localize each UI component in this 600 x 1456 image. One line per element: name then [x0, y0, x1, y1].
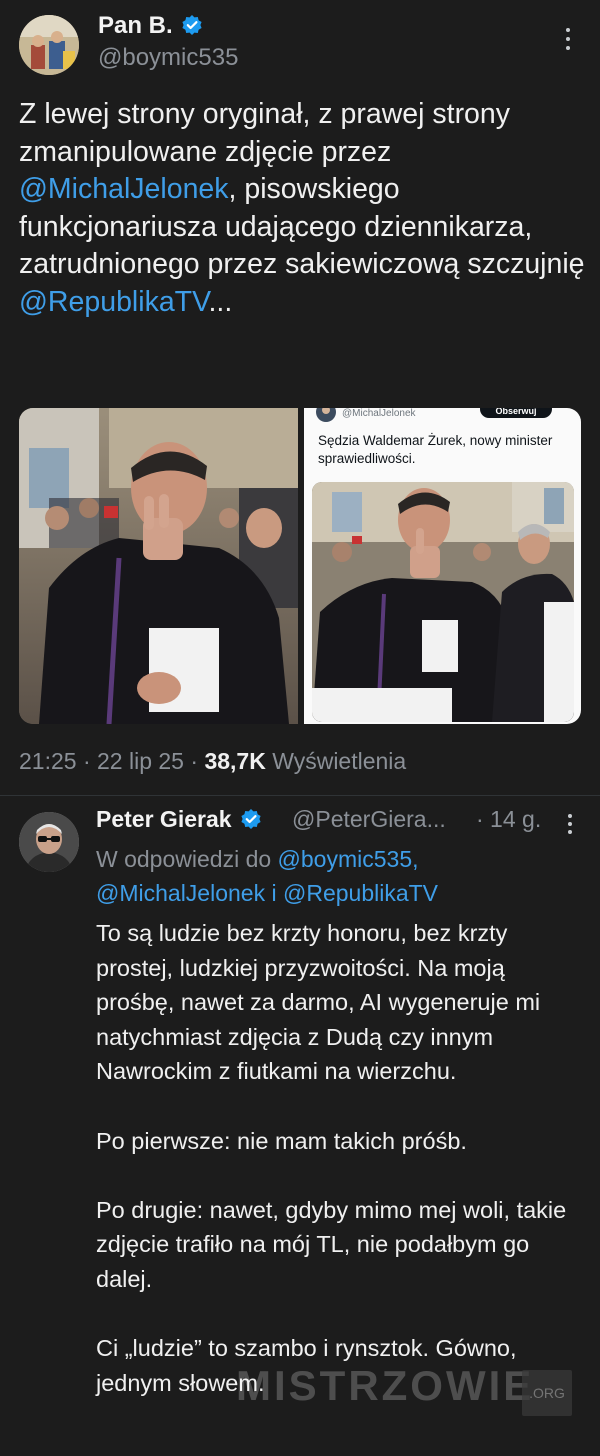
verified-badge-icon — [241, 808, 261, 829]
reply-paragraph: To są ludzie bez krzty honoru, bez krzty… — [96, 920, 541, 1085]
meta-separator: · — [190, 748, 199, 774]
author-name[interactable]: Pan B. — [98, 12, 203, 40]
reply-author-avatar[interactable] — [19, 812, 79, 872]
reply-text: To są ludzie bez krzty honoru, bez krzty… — [96, 916, 586, 1400]
author-avatar[interactable] — [19, 15, 79, 75]
main-tweet: Pan B. @boymic535 Z lewej strony orygina… — [0, 0, 600, 795]
embedded-follow-button: Obserwuj — [480, 408, 552, 418]
mention-link[interactable]: @boymic535, — [278, 846, 419, 872]
mention-link[interactable]: @MichalJelonek — [96, 880, 265, 906]
reply-to-and: i — [265, 880, 283, 906]
reply-to-line: W odpowiedzi do @boymic535, @MichalJelon… — [96, 842, 586, 910]
watermark-badge: .ORG — [522, 1370, 572, 1416]
reply-paragraph: Po pierwsze: nie mam takich próśb. — [96, 1127, 467, 1154]
mention-link[interactable]: @RepublikaTV — [283, 880, 438, 906]
mention-link[interactable]: @RepublikaTV — [19, 286, 208, 318]
media-photo-original[interactable] — [19, 408, 298, 724]
verified-badge-icon — [182, 14, 202, 35]
author-name-text: Pan B. — [98, 12, 173, 39]
embedded-photo — [312, 482, 574, 722]
views-count: 38,7K — [204, 748, 266, 774]
embedded-header: @MichalJelonek Obserwuj — [304, 408, 581, 422]
tweet-text-part: Z lewej strony oryginał, z prawej strony… — [19, 98, 511, 168]
author-handle[interactable]: @boymic535 — [98, 44, 238, 72]
mention-link[interactable]: @MichalJelonek — [19, 173, 229, 205]
embedded-handle: @MichalJelonek — [342, 408, 416, 419]
more-options-icon[interactable] — [560, 812, 580, 836]
reply-paragraph: Po drugie: nawet, gdyby mimo mej woli, t… — [96, 1196, 567, 1292]
more-options-icon[interactable] — [558, 22, 578, 56]
embedded-avatar — [316, 408, 336, 422]
reply-author-name-text: Peter Gierak — [96, 806, 232, 832]
tweet-text: Z lewej strony oryginał, z prawej strony… — [19, 96, 589, 321]
tweet-media[interactable]: @MichalJelonek Obserwuj Sędzia Waldemar … — [19, 408, 581, 724]
divider — [0, 795, 600, 796]
meta-separator: · — [82, 748, 91, 774]
reply-to-label: W odpowiedzi do — [96, 846, 272, 872]
reply-age[interactable]: · 14 g. — [476, 806, 541, 833]
tweet-time[interactable]: 21:25 — [19, 748, 77, 774]
media-photo-screenshot[interactable]: @MichalJelonek Obserwuj Sędzia Waldemar … — [304, 408, 581, 724]
tweet-meta: 21:25 · 22 lip 25 · 38,7K Wyświetlenia — [19, 748, 406, 775]
tweet-date[interactable]: 22 lip 25 — [97, 748, 184, 774]
views-label: Wyświetlenia — [272, 748, 407, 774]
tweet-text-part: ... — [208, 285, 233, 318]
embedded-text: Sędzia Waldemar Żurek, nowy minister spr… — [318, 433, 553, 466]
reply-author-handle[interactable]: @PeterGiera... — [292, 806, 446, 833]
reply-author-name[interactable]: Peter Gierak — [96, 806, 262, 833]
